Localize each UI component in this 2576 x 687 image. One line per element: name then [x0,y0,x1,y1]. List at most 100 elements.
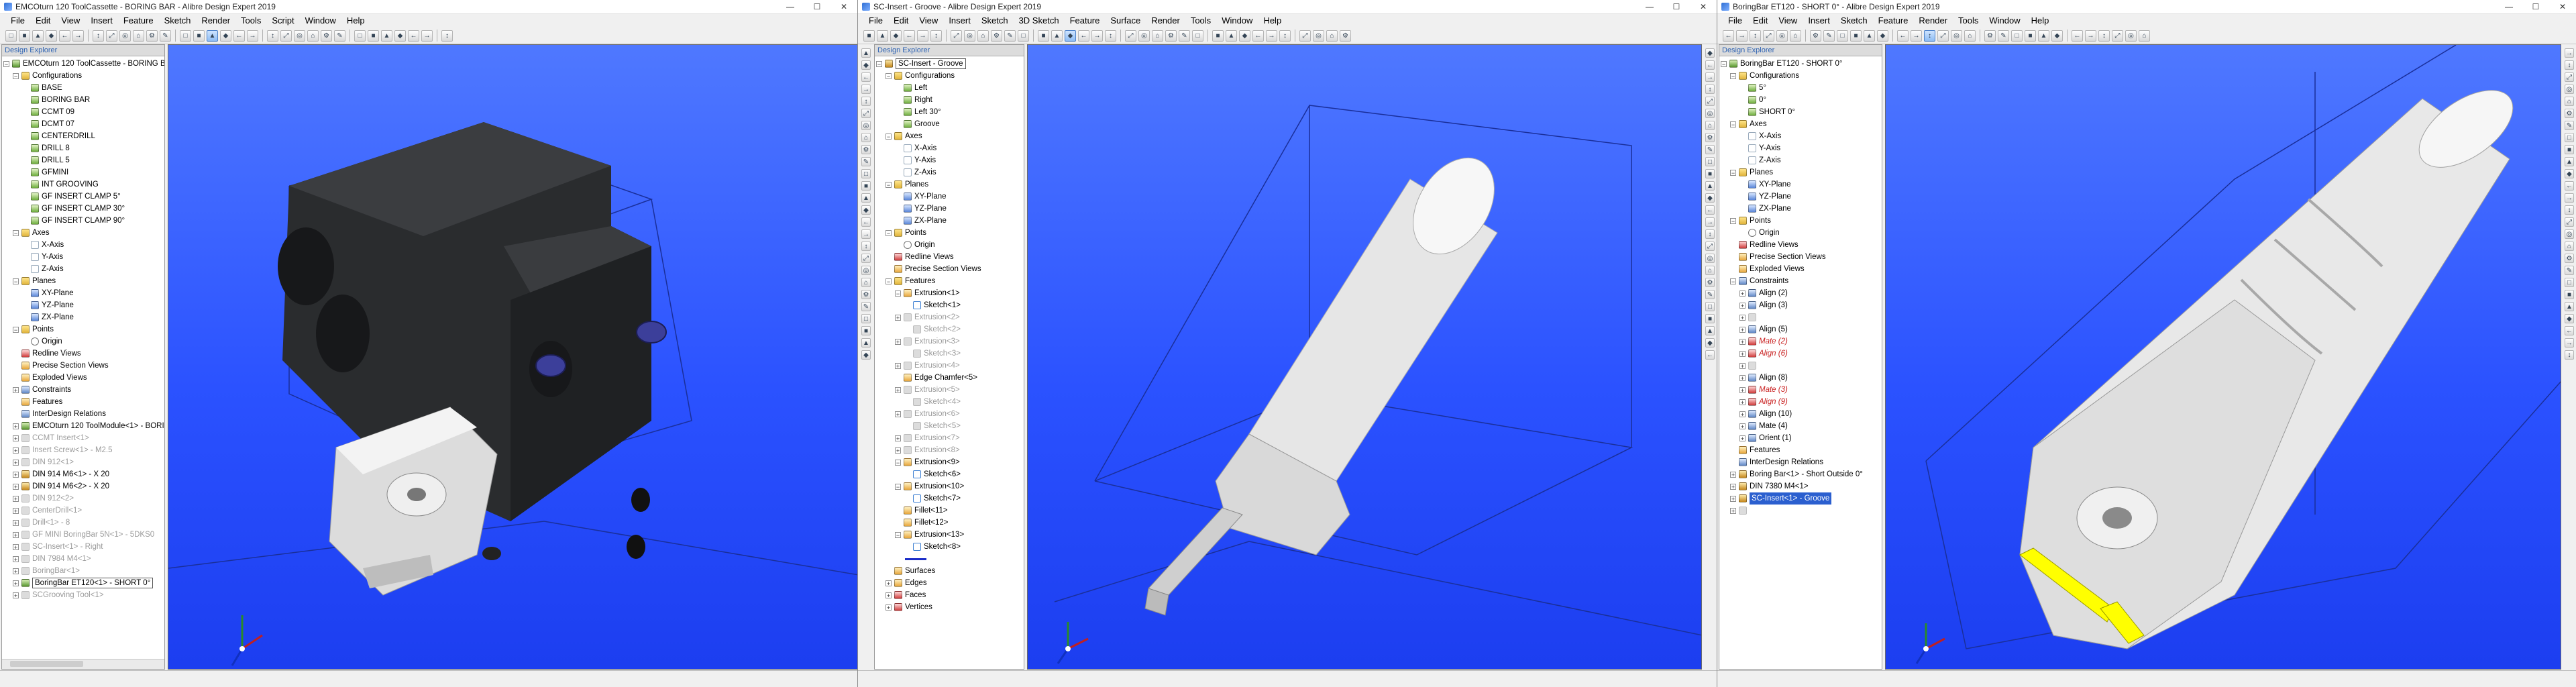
toolbar-tool-icon[interactable]: □ [861,314,871,323]
expand-icon[interactable]: + [13,495,19,502]
menu-file[interactable]: File [5,15,30,25]
tree-node[interactable]: + Mate (4) [1721,420,1882,432]
tree-node[interactable]: − Extrusion<13> [876,529,1024,541]
toolbar-tool-icon[interactable]: → [861,85,871,94]
toolbar-tool-icon[interactable]: ↕ [93,30,104,42]
toolbar-tool-icon[interactable]: ↕ [1105,30,1116,42]
toolbar-tool-icon[interactable]: ◆ [1705,338,1715,348]
tree-node[interactable]: + EMCOturn 120 ToolModule<1> - BORING BAR [3,420,164,432]
toolbar-tool-icon[interactable]: ⚙ [1340,30,1351,42]
toolbar-tool-icon[interactable]: ◎ [861,266,871,275]
tree-node[interactable]: Right [876,94,1024,106]
tree-node[interactable]: + Insert Screw<1> - M2.5 [3,444,164,456]
menu-tools[interactable]: Tools [1185,15,1216,25]
expand-icon[interactable]: + [1739,302,1746,309]
toolbar-tool-icon[interactable]: ◎ [2565,229,2574,239]
menu-script[interactable]: Script [266,15,299,25]
menu-render[interactable]: Render [1913,15,1953,25]
tree-node[interactable]: Sketch<7> [876,492,1024,505]
toolbar-tool-icon[interactable]: ← [408,30,419,42]
tree-node[interactable]: + Drill<1> - 8 [3,517,164,529]
toolbar-tool-icon[interactable]: → [2565,48,2574,58]
tree-node[interactable]: + CCMT Insert<1> [3,432,164,444]
toolbar-tool-icon[interactable]: ⚙ [991,30,1002,42]
menu-edit[interactable]: Edit [1748,15,1773,25]
tree-node[interactable]: + [1721,360,1882,372]
menu-sketch[interactable]: Sketch [976,15,1014,25]
tree-node[interactable]: + Orient (1) [1721,432,1882,444]
expand-icon[interactable]: + [13,471,19,478]
toolbar-tool-icon[interactable]: ✎ [160,30,171,42]
tree-node[interactable]: − Planes [1721,166,1882,178]
expand-icon[interactable]: + [895,447,901,454]
menu-feature[interactable]: Feature [118,15,159,25]
toolbar-tool-icon[interactable]: □ [2565,278,2574,287]
toolbar-tool-icon[interactable]: ◆ [861,350,871,360]
tree-node[interactable]: Sketch<4> [876,396,1024,408]
toolbar-tool-icon[interactable]: ■ [1212,30,1224,42]
tree-node[interactable]: − Extrusion<1> [876,287,1024,299]
menu-sketch[interactable]: Sketch [1835,15,1873,25]
toolbar-tool-icon[interactable]: ← [2565,326,2574,335]
tree-node[interactable]: CENTERDRILL [3,130,164,142]
minimize-icon[interactable]: — [2496,0,2522,13]
minimize-icon[interactable]: — [777,0,804,13]
tree-node[interactable]: − Constraints [1721,275,1882,287]
menu-file[interactable]: File [1723,15,1748,25]
expand-icon[interactable]: + [1730,495,1736,502]
expand-icon[interactable]: + [1739,350,1746,357]
toolbar-tool-icon[interactable]: ← [1723,30,1734,42]
toolbar-tool-icon[interactable]: ✎ [861,302,871,311]
tree-node[interactable]: + Extrusion<3> [876,335,1024,348]
toolbar-tool-icon[interactable]: ⌂ [307,30,319,42]
toolbar-tool-icon[interactable]: ▲ [381,30,392,42]
menu-edit[interactable]: Edit [30,15,56,25]
toolbar-tool-icon[interactable]: ← [861,72,871,82]
tree-node[interactable]: Y-Axis [1721,142,1882,154]
toolbar-tool-icon[interactable]: ⌂ [861,278,871,287]
toolbar-tool-icon[interactable]: ◆ [861,205,871,215]
collapse-icon[interactable]: − [3,60,9,67]
expand-icon[interactable]: + [13,580,19,586]
toolbar-tool-icon[interactable]: ⌂ [2139,30,2150,42]
tree-node[interactable]: X-Axis [876,142,1024,154]
toolbar-tool-icon[interactable]: □ [1018,30,1029,42]
expand-icon[interactable]: + [895,411,901,417]
toolbar-tool-icon[interactable]: ← [1252,30,1264,42]
rollback-bar[interactable] [905,558,926,560]
toolbar-tool-icon[interactable]: □ [1705,157,1715,166]
tree-node[interactable]: + Faces [876,589,1024,601]
toolbar-tool-icon[interactable]: ▲ [1226,30,1237,42]
tree-node[interactable]: + [1721,505,1882,517]
toolbar-tool-icon[interactable]: ■ [19,30,30,42]
tree-node[interactable]: + Constraints [3,384,164,396]
menu-3d-sketch[interactable]: 3D Sketch [1014,15,1065,25]
toolbar-tool-icon[interactable]: □ [5,30,17,42]
menu-help[interactable]: Help [1258,15,1287,25]
toolbar-tool-icon[interactable]: ◆ [46,30,57,42]
tree-node[interactable]: InterDesign Relations [3,408,164,420]
expand-icon[interactable]: + [1739,399,1746,405]
toolbar-tool-icon[interactable]: ▲ [877,30,888,42]
toolbar-tool-icon[interactable]: ✎ [1823,30,1835,42]
tree-node[interactable]: XY-Plane [876,191,1024,203]
tree-node[interactable]: SHORT 0° [1721,106,1882,118]
expand-icon[interactable]: + [895,362,901,369]
expand-icon[interactable]: + [13,435,19,441]
collapse-icon[interactable]: − [13,278,19,284]
toolbar-tool-icon[interactable]: ◎ [119,30,131,42]
expand-icon[interactable]: + [1739,386,1746,393]
toolbar-tool-icon[interactable]: → [1266,30,1277,42]
toolbar-tool-icon[interactable]: □ [180,30,191,42]
tree-node[interactable]: Sketch<5> [876,420,1024,432]
toolbar-tool-icon[interactable]: ↕ [930,30,942,42]
toolbar-tool-icon[interactable]: → [1705,72,1715,82]
toolbar-tool-icon[interactable]: ⤢ [2565,72,2574,82]
collapse-icon[interactable]: − [885,278,892,284]
tree-node[interactable]: + Extrusion<8> [876,444,1024,456]
toolbar-tool-icon[interactable]: ⌂ [977,30,989,42]
expand-icon[interactable]: + [13,568,19,574]
toolbar-tool-icon[interactable]: ◎ [1776,30,1788,42]
tree-node[interactable]: + Extrusion<5> [876,384,1024,396]
expand-icon[interactable]: + [13,592,19,598]
